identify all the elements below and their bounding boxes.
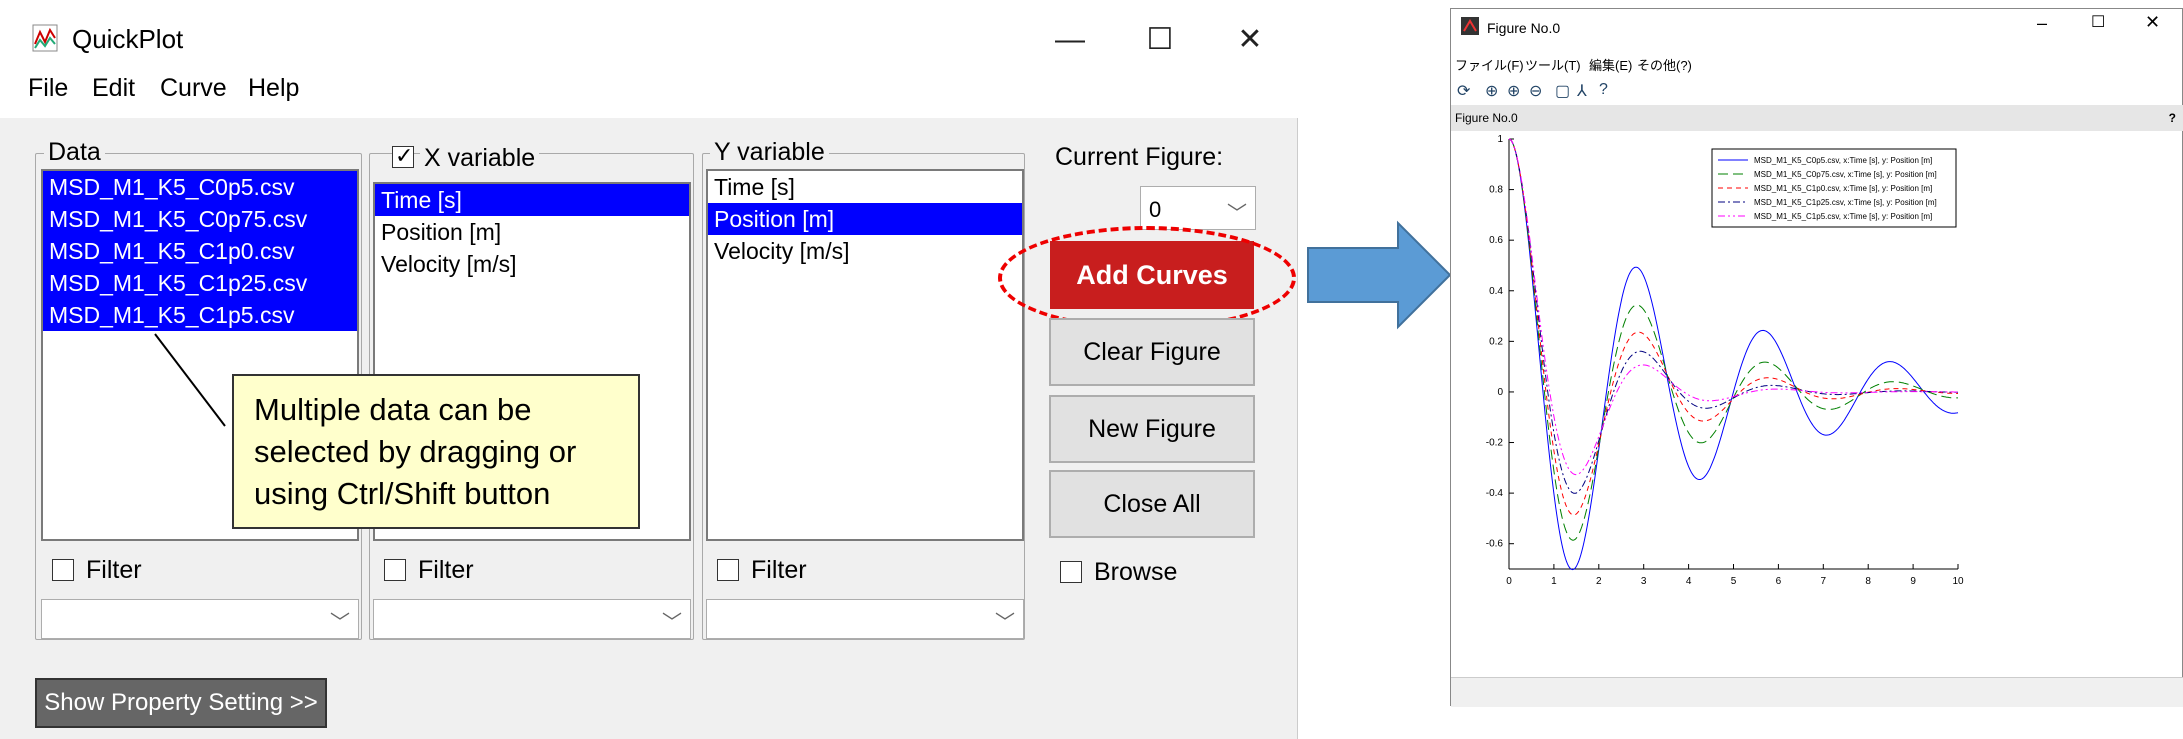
legend-entry: MSD_M1_K5_C1p5.csv, x:Time [s], y: Posit… [1754,212,1932,221]
figure-maximize-button[interactable]: ☐ [2091,12,2105,32]
zoom-out-icon[interactable]: ⊖ [1529,81,1542,101]
plot-area: 0 1 2 3 4 5 6 7 8 9 10 1 0.8 0.6 0.4 0.2 0 -0.2 -0.4 -0.6 MS… [1486,134,1964,587]
help-icon[interactable]: ? [1599,81,1608,99]
figure-window: Figure No.0 – ☐ ✕ ファイル(F) ツール(T) 編集(E) そ… [1450,8,2183,707]
figure-menu-bar: ファイル(F) ツール(T) 編集(E) その他(?) [1451,49,2183,77]
legend-entry: MSD_M1_K5_C0p5.csv, x:Time [s], y: Posit… [1754,156,1932,165]
figure-menu-other[interactable]: その他(?) [1637,55,1692,74]
window-icon[interactable]: ▢ [1555,81,1570,101]
x-tick-label: 3 [1641,576,1647,587]
figure-title-bar: Figure No.0 – ☐ ✕ [1451,9,2183,45]
figure-close-button[interactable]: ✕ [2145,12,2160,33]
figure-menu-tools[interactable]: ツール(T) [1525,55,1581,74]
rotate-icon[interactable]: ⟳ [1457,81,1470,101]
x-tick-label: 8 [1865,576,1871,587]
figure-minimize-button[interactable]: – [2037,13,2047,34]
callout-leader [154,333,226,427]
figure-name-bar: Figure No.0 ? [1451,105,2183,131]
arrow-right-icon [1307,220,1452,330]
callout-note: Multiple data can be selected by draggin… [232,374,640,529]
x-tick-label: 2 [1596,576,1602,587]
y-tick-label: -0.6 [1486,539,1504,550]
legend-entry: MSD_M1_K5_C1p0.csv, x:Time [s], y: Posit… [1754,184,1932,193]
x-tick-label: 7 [1821,576,1827,587]
x-tick-label: 5 [1731,576,1737,587]
x-tick-label: 4 [1686,576,1692,587]
legend-entry: MSD_M1_K5_C0p75.csv, x:Time [s], y: Posi… [1754,170,1937,179]
y-tick-label: 0.4 [1489,286,1503,297]
figure-status-bar [1451,677,2183,707]
y-tick-label: 0.2 [1489,336,1503,347]
x-tick-label: 6 [1776,576,1782,587]
y-tick-label: 0.6 [1489,235,1503,246]
x-tick-label: 9 [1910,576,1916,587]
figure-name: Figure No.0 [1455,111,1518,125]
figure-help-mark: ? [2168,111,2176,125]
scilab-icon [1461,17,1479,35]
x-tick-label: 1 [1551,576,1557,587]
y-tick-label: 0.8 [1489,185,1503,196]
y-tick-label: -0.2 [1486,438,1504,449]
x-tick-label: 0 [1506,576,1512,587]
zoom-area-icon[interactable]: ⊕ [1507,81,1520,101]
y-tick-label: -0.4 [1486,488,1504,499]
zoom-in-icon[interactable]: ⊕ [1485,81,1498,101]
figure-menu-edit[interactable]: 編集(E) [1589,55,1632,74]
figure-menu-file[interactable]: ファイル(F) [1455,55,1524,74]
legend-entry: MSD_M1_K5_C1p25.csv, x:Time [s], y: Posi… [1754,198,1937,207]
figure-title: Figure No.0 [1487,20,1561,36]
y-tick-label: 1 [1497,134,1503,145]
datatip-icon[interactable]: ⅄ [1577,81,1587,101]
x-tick-label: 10 [1952,576,1964,587]
y-tick-label: 0 [1497,387,1503,398]
